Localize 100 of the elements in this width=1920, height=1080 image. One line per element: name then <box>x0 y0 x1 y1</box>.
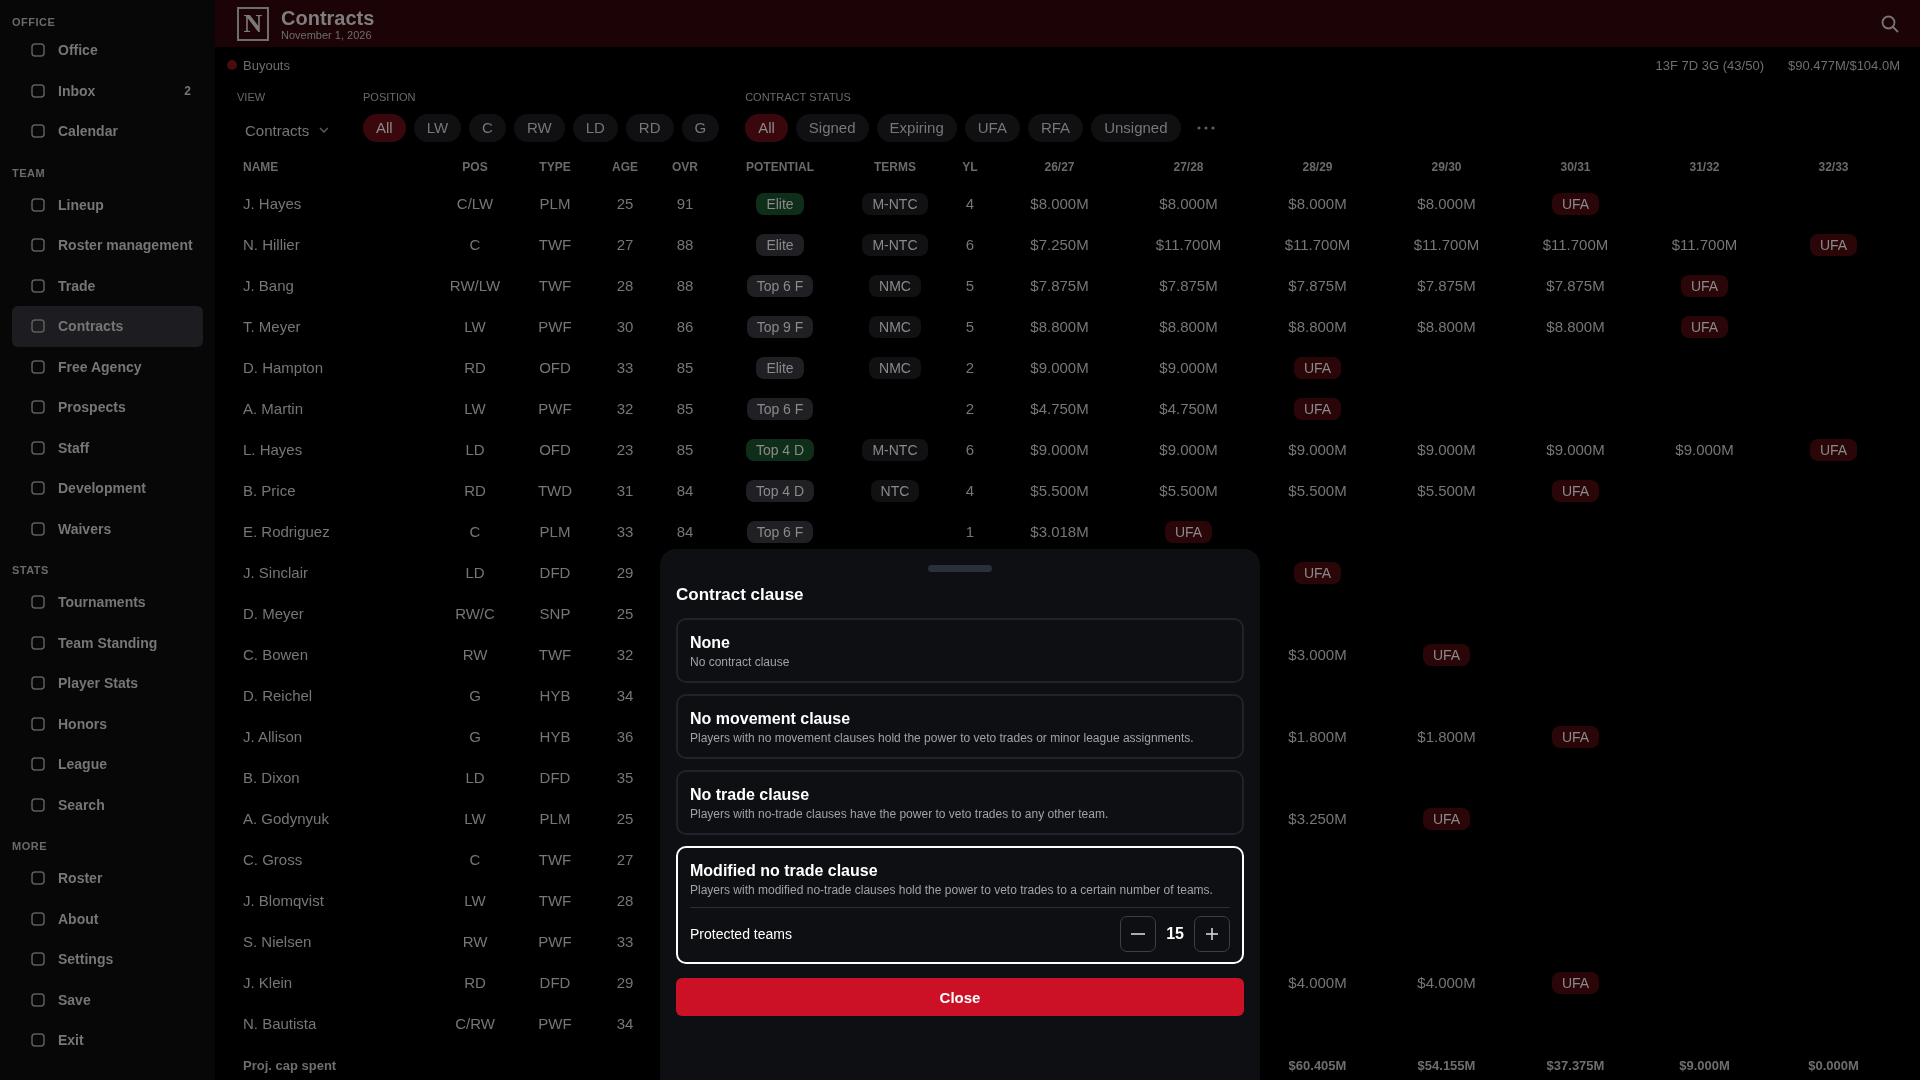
sidebar-item[interactable]: Prospects <box>12 387 203 428</box>
clause-option[interactable]: Modified no trade clause Players with modified no-trade clauses hold the power to veto trades to a certain number of teams. Protected teams 15 <box>676 846 1244 964</box>
decrement-button[interactable] <box>1120 916 1157 952</box>
filter-chip[interactable]: UFA <box>964 114 1020 142</box>
table-cell: 28 <box>616 277 634 294</box>
table-cell: 85 <box>676 359 694 376</box>
sidebar-item[interactable]: Roster management <box>12 225 203 266</box>
player-name[interactable]: D. Reichel <box>243 687 313 704</box>
table-cell: 31 <box>616 482 634 499</box>
player-name[interactable]: J. Hayes <box>243 195 302 212</box>
player-name[interactable]: L. Hayes <box>243 441 303 458</box>
more-icon[interactable] <box>1196 126 1215 130</box>
sidebar-item[interactable]: League <box>12 744 203 785</box>
table-cell: $8.000M <box>1417 195 1476 212</box>
player-name[interactable]: N. Hillier <box>243 236 300 253</box>
player-name[interactable]: B. Price <box>243 482 296 499</box>
option-description: No contract clause <box>690 654 791 671</box>
clause-option[interactable]: None No contract clause <box>676 618 1244 683</box>
section-label: OFFICE <box>12 15 57 30</box>
filter-chip[interactable]: C <box>469 114 506 142</box>
table-cell: C <box>469 523 481 540</box>
potential-badge: Top 9 F <box>746 315 814 338</box>
player-name[interactable]: C. Bowen <box>243 646 309 663</box>
column-header: 32/33 <box>1817 159 1850 174</box>
table-cell: 4 <box>965 195 975 212</box>
table-cell: 6 <box>965 236 975 253</box>
sidebar-item[interactable]: About <box>12 898 203 939</box>
player-name[interactable]: J. Allison <box>243 728 303 745</box>
filter-chip[interactable]: G <box>681 114 720 142</box>
table-cell: 25 <box>616 195 634 212</box>
close-button[interactable]: Close <box>676 978 1244 1016</box>
player-name[interactable]: J. Klein <box>243 974 293 991</box>
increment-button[interactable] <box>1194 916 1230 952</box>
status-badge: UFA <box>1551 479 1600 502</box>
filter-chip[interactable]: LW <box>413 114 462 142</box>
player-name[interactable]: D. Meyer <box>243 605 304 622</box>
filter-chip[interactable]: RFA <box>1027 114 1084 142</box>
sidebar-item[interactable]: Save <box>12 979 203 1020</box>
table-cell: $60.405M <box>1288 1058 1347 1073</box>
table-cell: HYB <box>539 687 571 704</box>
sidebar-item[interactable]: Trade <box>12 265 203 306</box>
player-name[interactable]: N. Bautista <box>243 1015 317 1032</box>
player-name[interactable]: J. Sinclair <box>243 564 309 581</box>
sidebar-item[interactable]: Honors <box>12 703 203 744</box>
filter-chip[interactable]: LD <box>572 114 618 142</box>
sidebar-item[interactable]: Settings <box>12 939 203 980</box>
sidebar-item[interactable]: Lineup <box>12 184 203 225</box>
column-header: POTENTIAL <box>745 159 815 174</box>
table-cell: 25 <box>616 810 634 827</box>
view-dropdown[interactable]: Contracts <box>237 114 337 146</box>
sidebar-item[interactable]: Calendar <box>12 111 203 152</box>
sidebar-item[interactable]: Office <box>12 30 203 71</box>
sidebar-item[interactable]: Free Agency <box>12 346 203 387</box>
sidebar-item[interactable]: Tournaments <box>12 582 203 623</box>
filter-chip[interactable]: Signed <box>795 114 869 142</box>
square-icon <box>30 796 46 813</box>
player-name[interactable]: J. Bang <box>243 277 294 294</box>
table-cell: RW/LW <box>449 277 501 294</box>
page-title: Contracts <box>281 6 376 29</box>
player-name[interactable]: B. Dixon <box>243 769 300 786</box>
sidebar-item[interactable]: Roster <box>12 858 203 899</box>
sidebar-item[interactable]: Team Standing <box>12 622 203 663</box>
buyouts-link[interactable]: Buyouts <box>243 57 290 73</box>
player-name[interactable]: C. Gross <box>243 851 303 868</box>
clause-option[interactable]: No trade clause Players with no-trade clauses have the power to veto trades to any other team. <box>676 770 1244 835</box>
filter-chip[interactable]: Expiring <box>876 114 957 142</box>
square-icon <box>30 123 46 140</box>
player-name[interactable]: A. Martin <box>243 400 303 417</box>
table-cell: HYB <box>539 728 571 745</box>
filter-chip[interactable]: All <box>363 114 406 142</box>
filter-chip[interactable]: Unsigned <box>1091 114 1181 142</box>
filter-chip[interactable]: RW <box>513 114 565 142</box>
table-cell: $11.700M <box>1284 236 1351 253</box>
sidebar-item[interactable]: Search <box>12 784 203 825</box>
sidebar-item[interactable]: Inbox 2 <box>12 70 203 111</box>
status-badge: UFA <box>1293 397 1342 420</box>
player-name[interactable]: A. Godynyuk <box>243 810 329 827</box>
table-cell: $11.700M <box>1542 236 1609 253</box>
player-name[interactable]: T. Meyer <box>243 318 301 335</box>
sidebar-item[interactable]: Development <box>12 468 203 509</box>
potential-badge: Top 6 F <box>746 397 814 420</box>
sidebar-item[interactable]: Player Stats <box>12 663 203 704</box>
player-name[interactable]: D. Hampton <box>243 359 324 376</box>
table-cell: $4.000M <box>1417 974 1476 991</box>
sidebar-item[interactable]: Contracts <box>12 306 203 347</box>
table-cell: RD <box>464 359 486 376</box>
player-name[interactable]: E. Rodriguez <box>243 523 330 540</box>
filter-chip[interactable]: RD <box>625 114 674 142</box>
player-name[interactable]: J. Blomqvist <box>243 892 324 909</box>
search-icon[interactable] <box>1880 13 1900 34</box>
table-cell: LD <box>465 441 485 458</box>
sidebar-item[interactable]: Exit <box>12 1020 203 1061</box>
clause-option[interactable]: No movement clause Players with no movement clauses hold the power to veto trades or minor league assignments. <box>676 694 1244 759</box>
table-cell: $7.250M <box>1030 236 1089 253</box>
sidebar-item[interactable]: Staff <box>12 427 203 468</box>
sidebar-item[interactable]: Waivers <box>12 508 203 549</box>
drag-handle[interactable] <box>928 565 992 572</box>
table-cell: 23 <box>616 441 634 458</box>
player-name[interactable]: S. Nielsen <box>243 933 312 950</box>
filter-chip[interactable]: All <box>745 114 788 142</box>
